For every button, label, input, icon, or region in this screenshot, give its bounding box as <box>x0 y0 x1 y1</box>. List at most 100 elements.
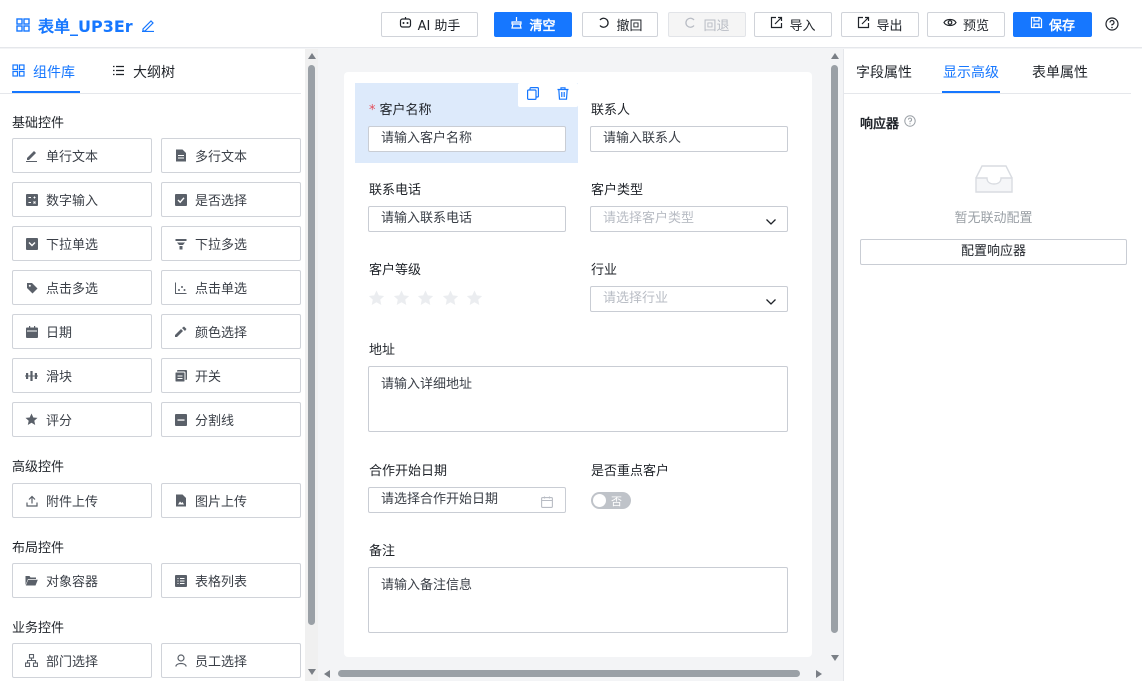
undo-icon <box>597 16 610 33</box>
question-circle-icon[interactable] <box>904 114 916 131</box>
component-attachment-upload[interactable]: 附件上传 <box>12 483 152 518</box>
scatter-icon <box>174 281 187 294</box>
customer-type-label: 客户类型 <box>591 183 644 198</box>
empty-state-text: 暂无联动配置 <box>954 211 1033 226</box>
tab-form-properties[interactable]: 表单属性 <box>1032 62 1088 82</box>
component-department-select[interactable]: 部门选择 <box>12 643 152 678</box>
eye-icon <box>943 16 957 33</box>
scroll-left-arrow-icon[interactable] <box>324 670 330 678</box>
component-slider[interactable]: 滑块 <box>12 358 152 393</box>
properties-panel: 字段属性 显示高级 表单属性 响应器 暂无联动配置 配置响应器 <box>843 49 1142 681</box>
upload-icon <box>25 494 38 507</box>
canvas-vertical-scrollbar[interactable] <box>829 49 842 667</box>
tag-icon <box>25 281 38 294</box>
component-yes-no[interactable]: 是否选择 <box>161 182 301 217</box>
copy-icon[interactable] <box>527 86 539 104</box>
org-chart-icon <box>25 654 38 667</box>
active-tab-indicator <box>12 91 80 93</box>
robot-icon <box>399 16 412 33</box>
scroll-up-arrow-icon[interactable] <box>308 53 316 59</box>
required-marker: * <box>369 103 376 118</box>
group-title-business: 业务控件 <box>12 621 65 636</box>
form-title: 表单_UP3Er <box>38 17 133 36</box>
component-object-container[interactable]: 对象容器 <box>12 563 152 598</box>
component-color-picker[interactable]: 颜色选择 <box>161 314 301 349</box>
edit-title-icon[interactable] <box>141 18 155 32</box>
dropdown-box-icon <box>25 237 38 250</box>
divider-box-icon <box>174 413 187 426</box>
component-switch[interactable]: 开关 <box>161 358 301 393</box>
pen-icon <box>25 149 38 162</box>
left-scroll-thumb[interactable] <box>308 65 315 625</box>
scroll-up-arrow-icon[interactable] <box>831 53 839 59</box>
component-divider[interactable]: 分割线 <box>161 402 301 437</box>
rating-star-icon[interactable] <box>442 290 459 310</box>
tab-field-properties[interactable]: 字段属性 <box>856 62 912 82</box>
component-table-list[interactable]: 表格列表 <box>161 563 301 598</box>
undo-button[interactable]: 撤回 <box>582 12 658 37</box>
preview-button[interactable]: 预览 <box>927 12 1005 37</box>
key-customer-switch[interactable]: 否 <box>591 492 631 509</box>
canvas-scroll-thumb[interactable] <box>831 65 838 633</box>
chevron-down-icon <box>765 293 777 317</box>
rating-star-icon[interactable] <box>417 290 434 310</box>
customer-level-label: 客户等级 <box>369 263 422 278</box>
form-designer-card: * 客户名称 请输入客户名称 联系人 请输入联系人 联系电话 请输入联系电话 客户… <box>344 72 812 657</box>
redo-icon <box>684 16 697 33</box>
trash-icon[interactable] <box>557 86 569 104</box>
star-icon <box>25 413 38 426</box>
left-panel-scrollbar[interactable] <box>305 49 318 681</box>
address-textarea[interactable]: 请输入详细地址 <box>368 366 788 432</box>
tab-display-advanced[interactable]: 显示高级 <box>943 62 999 82</box>
tab-component-library[interactable]: 组件库 <box>12 62 75 82</box>
import-button[interactable]: 导入 <box>754 12 832 37</box>
slider-icon <box>25 369 38 382</box>
user-icon <box>174 654 187 667</box>
industry-select[interactable]: 请选择行业 <box>590 286 788 312</box>
group-title-layout: 布局控件 <box>12 541 65 556</box>
ai-assistant-button[interactable]: AI 助手 <box>381 12 478 37</box>
top-toolbar: 表单_UP3Er AI 助手 清空 撤回 回退 导入 导出 预览 保存 <box>0 0 1142 48</box>
component-date[interactable]: 日期 <box>12 314 152 349</box>
key-customer-label: 是否重点客户 <box>591 464 670 479</box>
contact-input[interactable]: 请输入联系人 <box>590 126 788 152</box>
export-button[interactable]: 导出 <box>841 12 919 37</box>
broom-icon <box>510 16 523 33</box>
save-button[interactable]: 保存 <box>1013 12 1092 37</box>
component-click-multi[interactable]: 点击多选 <box>12 270 152 305</box>
scroll-down-arrow-icon[interactable] <box>831 655 839 661</box>
canvas-hscroll-thumb[interactable] <box>338 670 800 677</box>
redo-button[interactable]: 回退 <box>668 12 746 37</box>
start-date-input[interactable]: 请选择合作开始日期 <box>368 487 566 513</box>
configure-responder-button[interactable]: 配置响应器 <box>860 239 1127 265</box>
calendar-icon <box>541 493 553 517</box>
remark-textarea[interactable]: 请输入备注信息 <box>368 567 788 633</box>
start-date-label: 合作开始日期 <box>369 464 448 479</box>
grid-icon <box>16 18 30 32</box>
scroll-down-arrow-icon[interactable] <box>308 669 316 675</box>
phone-input[interactable]: 请输入联系电话 <box>368 206 566 232</box>
canvas-horizontal-scrollbar[interactable] <box>318 667 830 681</box>
tab-outline-tree[interactable]: 大纲树 <box>112 62 175 82</box>
component-multi-text[interactable]: 多行文本 <box>161 138 301 173</box>
image-file-icon <box>174 494 187 507</box>
rating-star-icon[interactable] <box>466 290 483 310</box>
customer-type-select[interactable]: 请选择客户类型 <box>590 206 788 232</box>
scroll-right-arrow-icon[interactable] <box>816 670 822 678</box>
component-dropdown-single[interactable]: 下拉单选 <box>12 226 152 261</box>
component-dropdown-multi[interactable]: 下拉多选 <box>161 226 301 261</box>
customer-name-input[interactable]: 请输入客户名称 <box>368 126 566 152</box>
component-employee-select[interactable]: 员工选择 <box>161 643 301 678</box>
help-icon[interactable] <box>1105 17 1119 35</box>
rating-star-icon[interactable] <box>368 290 385 310</box>
component-click-single[interactable]: 点击单选 <box>161 270 301 305</box>
component-image-upload[interactable]: 图片上传 <box>161 483 301 518</box>
import-icon <box>770 16 783 33</box>
checkbox-icon <box>174 193 187 206</box>
component-single-text[interactable]: 单行文本 <box>12 138 152 173</box>
component-number-input[interactable]: 数字输入 <box>12 182 152 217</box>
component-rating[interactable]: 评分 <box>12 402 152 437</box>
rating-star-icon[interactable] <box>393 290 410 310</box>
clear-button[interactable]: 清空 <box>494 12 572 37</box>
active-tab-indicator <box>942 91 1000 93</box>
